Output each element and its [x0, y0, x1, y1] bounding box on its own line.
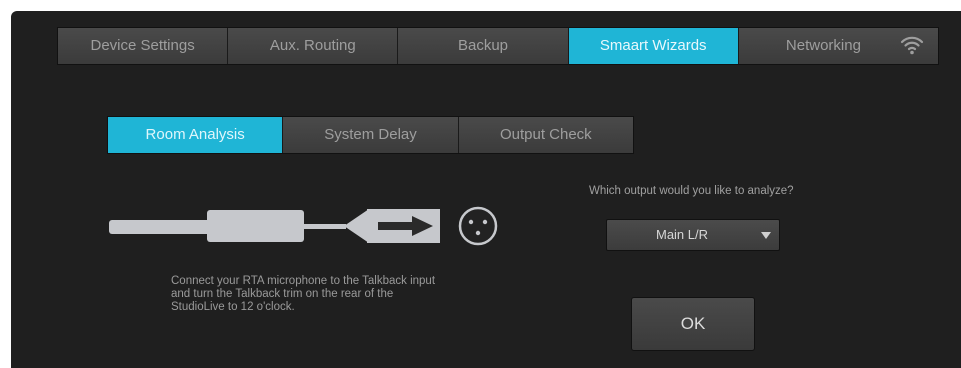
cable	[302, 224, 346, 229]
tab-label: Device Settings	[90, 37, 195, 54]
tab-smaart-wizards[interactable]: Smaart Wizards	[568, 28, 739, 64]
tab-label: Room Analysis	[145, 126, 245, 143]
wizard-tab-bar: Room Analysis System Delay Output Check	[107, 116, 634, 154]
tab-output-check[interactable]: Output Check	[458, 117, 633, 153]
tab-device-settings[interactable]: Device Settings	[58, 28, 229, 64]
output-select[interactable]: Main L/R	[606, 219, 780, 251]
rta-microphone-diagram	[109, 206, 498, 246]
smaart-wizard-panel: Device Settings Aux. Routing Backup Smaa…	[11, 11, 961, 368]
tab-label: Backup	[457, 37, 509, 54]
tab-label: Aux. Routing	[269, 37, 356, 54]
tab-backup[interactable]: Backup	[398, 28, 569, 64]
mic-shaft	[109, 220, 211, 234]
mic-body	[207, 210, 304, 242]
tab-networking[interactable]: Networking	[738, 28, 939, 64]
tab-label: Smaart Wizards	[599, 37, 707, 54]
wifi-icon	[900, 36, 924, 55]
main-tab-bar: Device Settings Aux. Routing Backup Smaa…	[57, 27, 939, 65]
xlr-jack-icon	[458, 206, 498, 246]
tab-label: Output Check	[499, 126, 592, 143]
xlr-connector-taper	[344, 209, 369, 243]
arrow-icon	[378, 222, 414, 230]
ok-button[interactable]: OK	[631, 297, 755, 351]
connection-instructions: Connect your RTA microphone to the Talkb…	[171, 275, 436, 313]
output-question-label: Which output would you like to analyze?	[589, 185, 794, 197]
tab-label: Networking	[785, 37, 861, 54]
caret-down-icon	[761, 232, 771, 239]
output-select-value: Main L/R	[655, 227, 709, 242]
tab-system-delay[interactable]: System Delay	[283, 117, 459, 153]
tab-room-analysis[interactable]: Room Analysis	[108, 117, 284, 153]
tab-label: System Delay	[324, 126, 417, 143]
tab-aux-routing[interactable]: Aux. Routing	[228, 28, 399, 64]
